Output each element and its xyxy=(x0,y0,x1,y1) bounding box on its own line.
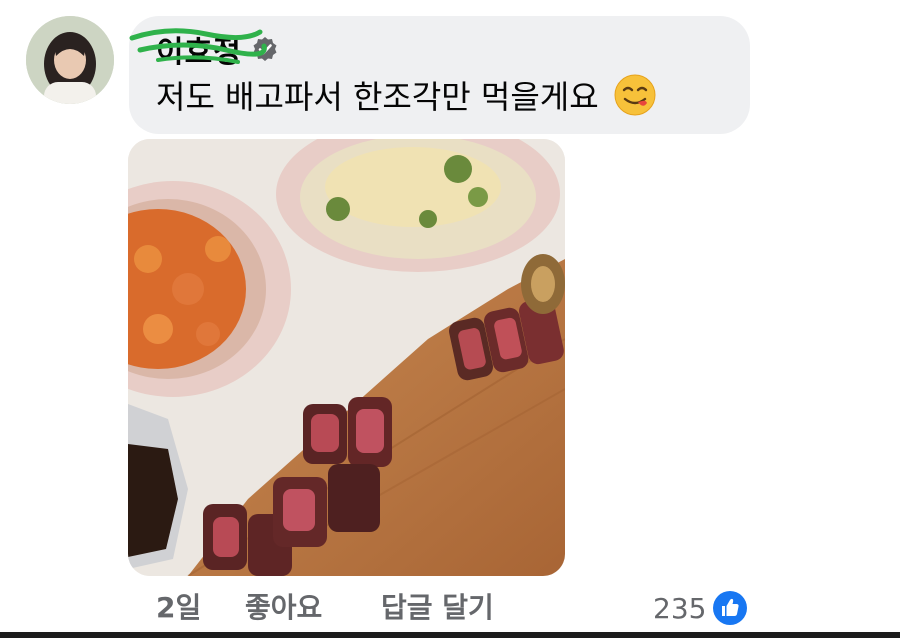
avatar[interactable] xyxy=(26,16,114,104)
face-savoring-food-emoji xyxy=(614,74,656,116)
comment-text: 저도 배고파서 한조각만 먹을게요 xyxy=(156,72,657,118)
name-redaction-scribble xyxy=(129,28,267,64)
reaction-count[interactable]: 235 xyxy=(653,586,748,630)
bottom-divider xyxy=(0,632,900,638)
comment-body: 저도 배고파서 한조각만 먹을게요 xyxy=(156,78,599,116)
avatar-image xyxy=(26,16,114,104)
food-photo-image xyxy=(128,139,565,576)
like-button[interactable]: 좋아요 xyxy=(245,586,322,630)
reaction-count-number: 235 xyxy=(653,591,707,625)
comment-photo[interactable] xyxy=(128,139,565,576)
reply-button[interactable]: 답글 달기 xyxy=(381,586,494,630)
comment-timestamp[interactable]: 2일 xyxy=(156,586,201,630)
thumbs-up-icon xyxy=(713,591,748,625)
comment-actions: 2일 좋아요 답글 달기 235 xyxy=(0,586,900,630)
